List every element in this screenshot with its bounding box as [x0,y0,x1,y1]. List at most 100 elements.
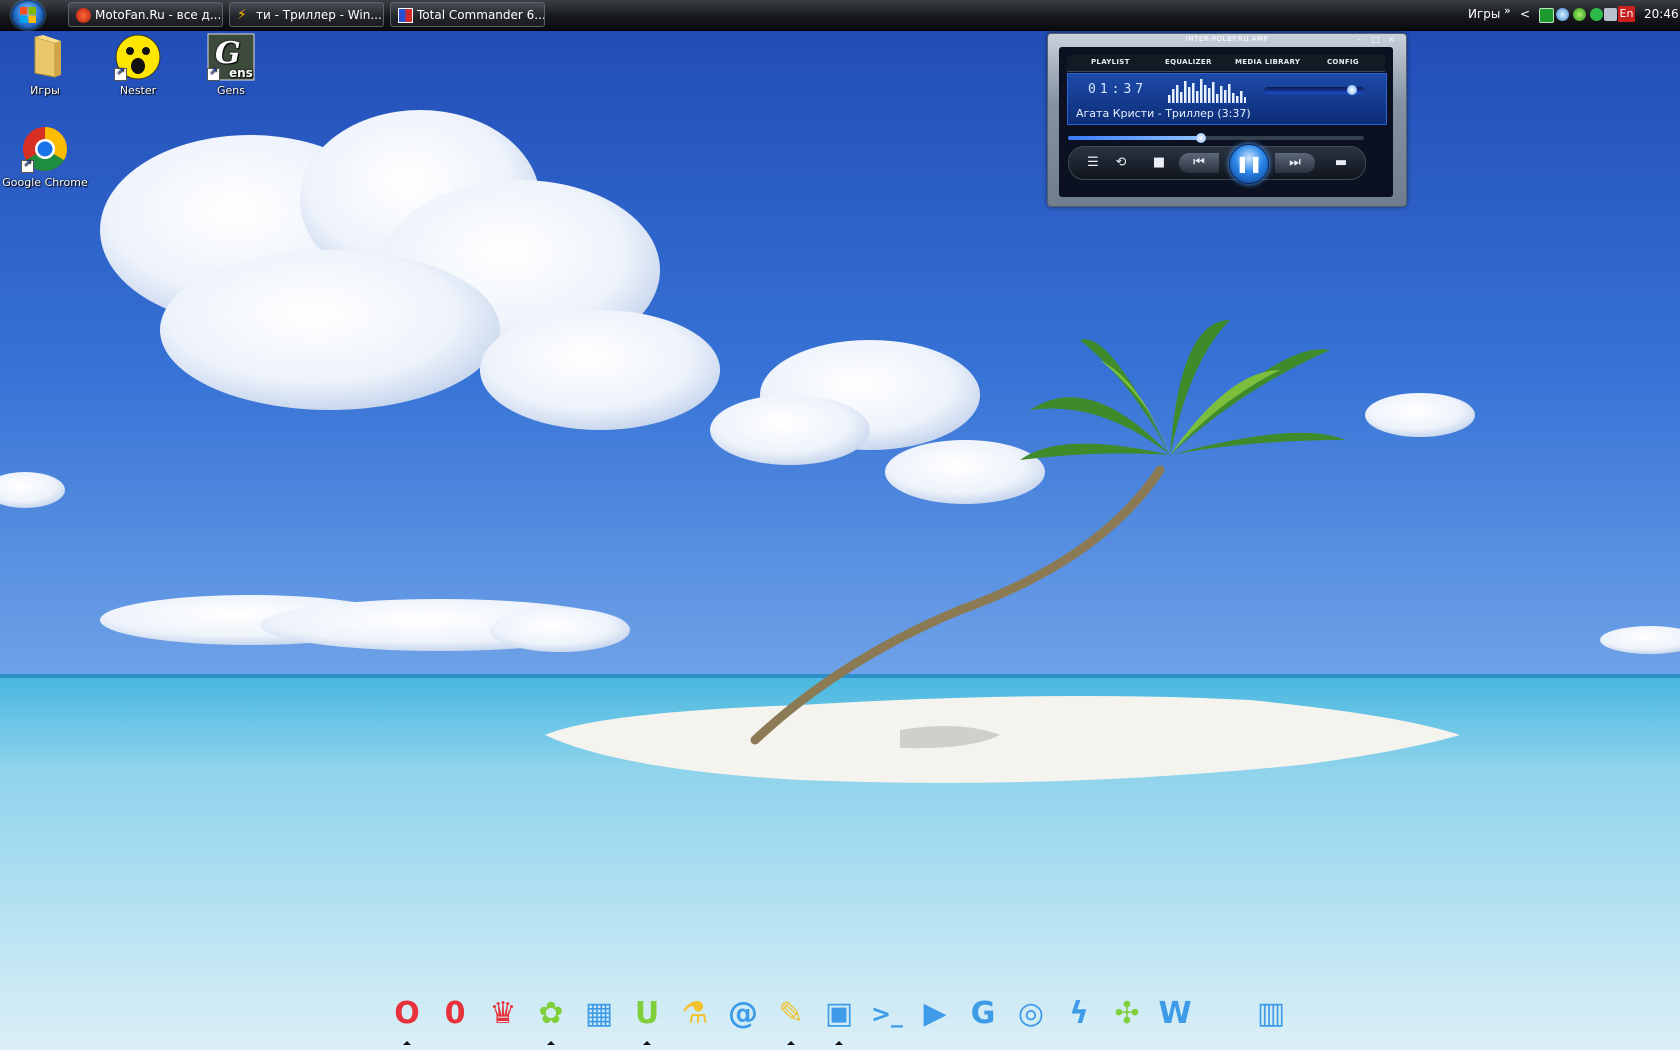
nester-icon [114,33,162,81]
task-label: MotoFan.Ru - все д... [95,8,222,22]
shortcut-arrow-icon [207,66,220,81]
spectrum-bar [1188,87,1191,103]
mail-icon[interactable]: @ [723,994,763,1034]
floppy-icon[interactable]: ▣ [819,994,859,1034]
icq-icon[interactable]: ✿ [531,994,571,1034]
motofan-browser-icon [76,8,91,23]
desktop-icon-label: Gens [217,84,245,97]
toolbar-expand-icon[interactable]: » [1504,4,1511,17]
repeat-icon[interactable]: ⟲ [1111,153,1131,173]
running-indicator [403,1041,411,1045]
desktop-wallpaper [0,0,1680,1050]
opera-icon[interactable]: O [387,994,427,1034]
desktop-icon-nester[interactable]: Nester [92,33,184,97]
flask-icon[interactable]: ⚗ [675,994,715,1034]
spectrum-bar [1236,96,1239,103]
pause-button[interactable]: ❚❚ [1229,144,1269,184]
task-button-winamp[interactable]: ⚡ ти - Триллер - Win... [229,2,384,27]
opera-mini-icon[interactable]: 0 [435,994,475,1034]
language-indicator[interactable]: En [1618,6,1635,22]
desktop-icon-google-chrome[interactable]: Google Chrome [0,125,91,189]
spectrum-visualizer [1168,79,1246,103]
crown-icon[interactable]: ♛ [483,994,523,1034]
spectrum-bar [1204,85,1207,103]
elapsed-time[interactable]: 01:37 [1088,82,1147,97]
spectrum-bar [1200,79,1203,103]
media-grid-icon[interactable]: ▦ [579,994,619,1034]
puzzle-icon[interactable]: ✣ [1107,994,1147,1034]
tab-playlist[interactable]: PLAYLIST [1091,58,1130,66]
running-indicator [835,1041,843,1045]
clock[interactable]: 20:46 [1644,7,1679,21]
tray-app-icon[interactable] [1539,8,1554,23]
spectrum-bar [1184,81,1187,103]
seek-fill [1068,136,1202,140]
shortcut-arrow-icon [114,66,127,81]
player-tabs: PLAYLIST EQUALIZER MEDIA LIBRARY CONFIG [1067,55,1385,72]
tray-speaker-icon[interactable] [1604,8,1617,21]
task-label: Total Commander 6... [417,8,545,22]
windows-logo-icon [20,7,36,23]
stop-icon[interactable]: ■ [1149,153,1169,173]
google-icon[interactable]: G [963,994,1003,1034]
desktop-icon-label: Игры [30,84,60,97]
spectrum-bar [1228,84,1231,103]
feather-icon[interactable]: ✎ [771,994,811,1034]
spectrum-bar [1172,89,1175,103]
play-icon[interactable]: ▶ [915,994,955,1034]
player-title[interactable]: INTER-POLBY.RU AMP [1048,35,1406,43]
total-commander-icon [398,8,413,23]
utorrent-icon[interactable]: U [627,994,667,1034]
tab-media-library[interactable]: MEDIA LIBRARY [1235,58,1300,66]
next-icon[interactable]: ⏭ [1275,153,1315,173]
tab-equalizer[interactable]: EQUALIZER [1165,58,1212,66]
spectrum-bar [1232,93,1235,103]
task-button-motofan[interactable]: MotoFan.Ru - все д... [68,2,223,27]
chrome-icon [21,125,69,173]
running-indicator [547,1041,555,1045]
previous-icon[interactable]: ⏮ [1179,153,1219,173]
folder-icon [21,33,69,81]
terminal-icon[interactable]: >_ [867,994,907,1034]
gens-icon: G ens [207,33,255,81]
tray-chat-icon[interactable] [1590,8,1603,21]
tray-collapse-icon[interactable]: < [1520,7,1530,21]
spectrum-bar [1224,90,1227,103]
burn-disc-icon[interactable]: ◎ [1011,994,1051,1034]
task-label: ти - Триллер - Win... [256,8,382,22]
tray-agent-icon[interactable] [1573,8,1586,21]
trash-icon[interactable]: ▥ [1251,994,1291,1034]
open-file-icon[interactable]: ▬ [1331,153,1351,173]
shade-icon[interactable]: □ [1371,36,1380,44]
spectrum-bar [1216,94,1219,103]
running-indicator [787,1041,795,1045]
desktop-icon-label: Google Chrome [2,176,88,189]
shortcut-arrow-icon [21,158,34,173]
player-display: 01:37 Агата Кристи - Триллер (3:37) [1067,73,1387,125]
task-button-total-commander[interactable]: Total Commander 6... [390,2,545,27]
winamp-lightning-icon: ⚡ [237,7,247,23]
playback-controls: ☰ ⟲ ■ ⏮ ❚❚ ⏭ ▬ [1068,144,1366,184]
spectrum-bar [1240,91,1243,103]
spectrum-bar [1196,91,1199,103]
volume-slider[interactable] [1264,85,1364,95]
word-icon[interactable]: W [1155,994,1195,1034]
tab-config[interactable]: CONFIG [1327,58,1359,66]
svg-text:ens: ens [229,66,253,80]
tray-network-icon[interactable] [1556,8,1569,21]
shuffle-icon[interactable]: ☰ [1083,153,1103,173]
volume-knob[interactable] [1347,85,1357,95]
close-icon[interactable]: × [1387,36,1396,44]
start-button[interactable] [11,0,45,30]
desktop-icon-gens[interactable]: G ens Gens [185,33,277,97]
apple-icon[interactable] [1203,994,1243,1034]
desktop-icon-games-folder[interactable]: Игры [0,33,91,97]
taskbar: MotoFan.Ru - все д... ⚡ ти - Триллер - W… [0,0,1680,31]
toolbar-label[interactable]: Игры [1468,7,1500,21]
spectrum-bar [1212,82,1215,103]
lightning-icon[interactable]: ϟ [1059,994,1099,1034]
spectrum-bar [1168,95,1171,103]
minimize-icon[interactable]: – [1355,36,1364,44]
spectrum-bar [1208,88,1211,103]
seek-bar[interactable] [1068,133,1364,143]
